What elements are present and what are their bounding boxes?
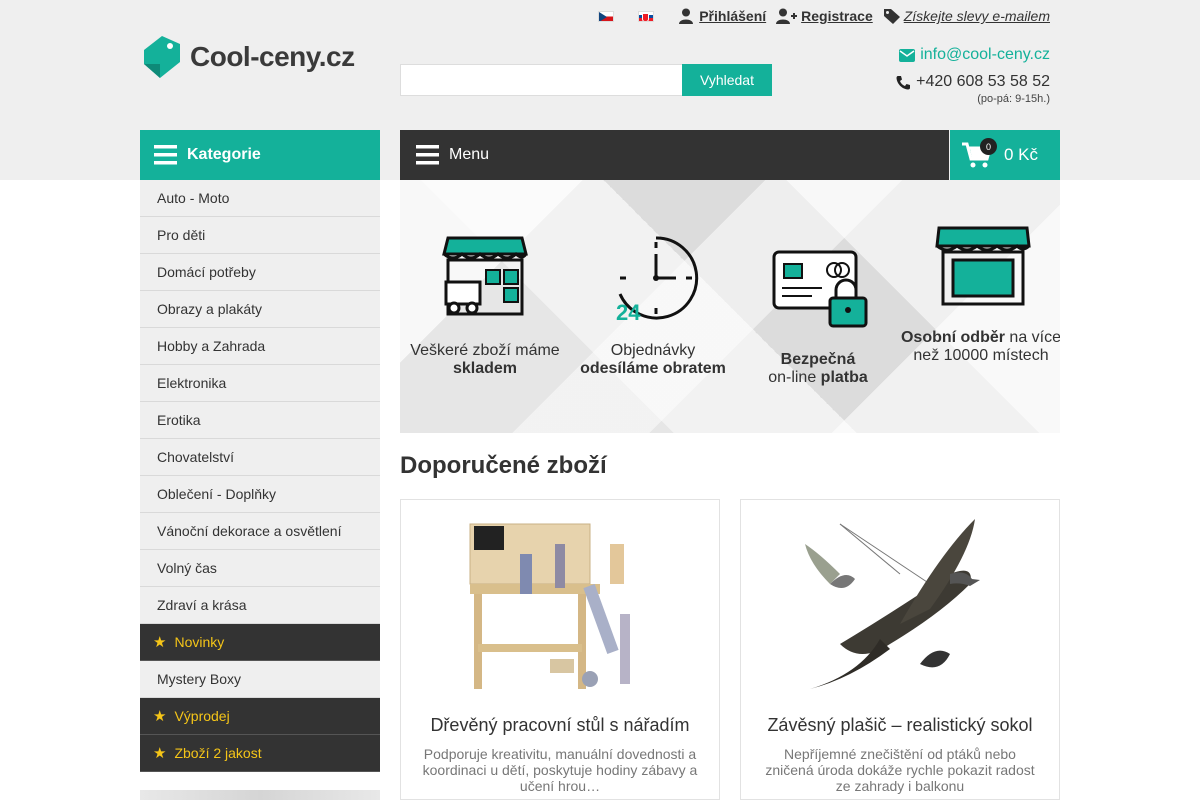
- logo[interactable]: Cool-ceny.cz: [140, 34, 355, 80]
- feature-pickup: Osobní odběr na více než 10000 místech: [896, 329, 1060, 365]
- hamburger-icon: [154, 145, 177, 165]
- category-item-domaci-potreby[interactable]: Domácí potřeby: [140, 254, 380, 291]
- categories-label: Kategorie: [187, 146, 261, 163]
- logo-text: Cool-ceny.cz: [190, 41, 355, 72]
- cart-button[interactable]: 0 0 Kč: [950, 130, 1060, 180]
- category-list: Auto - Moto Pro děti Domácí potřeby Obra…: [140, 180, 380, 772]
- category-item-chovatelstvi[interactable]: Chovatelství: [140, 439, 380, 476]
- opening-hours: (po-pá: 9-15h.): [977, 93, 1050, 105]
- register-link[interactable]: Registrace: [776, 8, 873, 24]
- category-item-obleceni[interactable]: Oblečení - Doplňky: [140, 476, 380, 513]
- product-image-workbench[interactable]: [460, 514, 660, 694]
- feature-fast-shipping: Objednávky odesíláme obratem: [568, 342, 738, 378]
- register-label: Registrace: [801, 8, 873, 24]
- phone-link[interactable]: +420 608 53 58 52: [896, 73, 1050, 91]
- categories-header[interactable]: Kategorie: [140, 130, 380, 180]
- discounts-link[interactable]: Získejte slevy e-mailem: [883, 8, 1050, 24]
- email-link[interactable]: info@cool-ceny.cz: [896, 46, 1050, 64]
- contact-info: info@cool-ceny.cz +420 608 53 58 52 (po-…: [896, 46, 1050, 105]
- user-icon: [679, 8, 694, 24]
- phone-icon: [896, 75, 911, 89]
- recommended-title: Doporučené zboží: [400, 452, 607, 479]
- top-links: Přihlášení Registrace Získejte slevy e-m…: [598, 8, 1050, 24]
- pickup-shop-icon: [935, 226, 1031, 306]
- product-description: Podporuje kreativitu, manuální dovednost…: [422, 746, 698, 794]
- product-card[interactable]: Dřevěný pracovní stůl s nářadím Podporuj…: [400, 499, 720, 800]
- category-item-pro-deti[interactable]: Pro děti: [140, 217, 380, 254]
- login-label: Přihlášení: [699, 8, 767, 24]
- search-button[interactable]: Vyhledat: [682, 64, 772, 96]
- price-tag-logo-icon: [144, 36, 180, 78]
- main-menu-toggle[interactable]: Menu: [400, 130, 949, 180]
- svg-text:24: 24: [616, 300, 641, 324]
- discounts-label: Získejte slevy e-mailem: [903, 8, 1050, 24]
- feature-text: Veškeré zboží máme: [410, 342, 560, 359]
- secure-card-icon: [772, 250, 868, 328]
- feature-text: Objednávky: [610, 342, 696, 359]
- product-description: Nepříjemné znečištění od ptáků nebo znič…: [765, 746, 1035, 794]
- cart-total: 0 Kč: [1004, 145, 1039, 164]
- user-plus-icon: [776, 8, 798, 24]
- product-title[interactable]: Závěsný plašič – realistický sokol: [741, 715, 1059, 736]
- phone-text: +420 608 53 58 52: [916, 73, 1050, 90]
- star-icon: ★: [153, 708, 167, 725]
- category-item-auto-moto[interactable]: Auto - Moto: [140, 180, 380, 217]
- cart-count-badge: 0: [980, 138, 997, 155]
- envelope-icon: [899, 48, 916, 62]
- category-item-obrazy[interactable]: Obrazy a plakáty: [140, 291, 380, 328]
- feature-text: on-line: [768, 369, 817, 386]
- feature-bold-text: Bezpečná: [780, 351, 856, 368]
- menu-label: Menu: [449, 146, 490, 163]
- features-banner: Veškeré zboží máme skladem 24 Objednávky…: [400, 180, 1060, 433]
- search-form: Vyhledat: [400, 64, 772, 96]
- category-item-novinky[interactable]: ★ Novinky: [140, 624, 380, 661]
- zbozi2-label: Zboží 2 jakost: [174, 745, 262, 761]
- feature-bold-text: platba: [820, 369, 868, 386]
- category-item-zdravi[interactable]: Zdraví a krása: [140, 587, 380, 624]
- category-item-erotika[interactable]: Erotika: [140, 402, 380, 439]
- feature-bold-text: odesíláme obratem: [580, 360, 726, 377]
- warehouse-truck-icon: [442, 236, 528, 316]
- search-input[interactable]: [400, 64, 682, 96]
- category-item-vyprodej[interactable]: ★ Výprodej: [140, 698, 380, 735]
- star-icon: ★: [153, 745, 167, 762]
- category-item-hobby[interactable]: Hobby a Zahrada: [140, 328, 380, 365]
- email-text: info@cool-ceny.cz: [920, 46, 1050, 63]
- vyprodej-label: Výprodej: [174, 708, 230, 724]
- feature-secure-payment: Bezpečná on-line platba: [733, 351, 903, 387]
- czech-flag-icon[interactable]: [598, 10, 615, 22]
- hamburger-icon: [416, 145, 439, 165]
- novinky-label: Novinky: [174, 634, 225, 650]
- feature-bold-text: Osobní odběr: [900, 329, 1005, 346]
- sidebar-banner-image[interactable]: [140, 790, 380, 800]
- feature-bold-text: skladem: [452, 360, 518, 377]
- product-card[interactable]: Závěsný plašič – realistický sokol Nepří…: [740, 499, 1060, 800]
- product-image-falcon[interactable]: [800, 514, 1000, 694]
- product-title[interactable]: Dřevěný pracovní stůl s nářadím: [401, 715, 719, 736]
- category-item-mystery[interactable]: Mystery Boxy: [140, 661, 380, 698]
- category-item-vanocni[interactable]: Vánoční dekorace a osvětlení: [140, 513, 380, 550]
- login-link[interactable]: Přihlášení: [678, 8, 766, 24]
- category-item-volny-cas[interactable]: Volný čas: [140, 550, 380, 587]
- tag-icon: [883, 9, 900, 24]
- category-item-elektronika[interactable]: Elektronika: [140, 365, 380, 402]
- feature-in-stock: Veškeré zboží máme skladem: [400, 342, 570, 378]
- category-item-zbozi-2-jakost[interactable]: ★ Zboží 2 jakost: [140, 735, 380, 772]
- slovak-flag-icon[interactable]: [638, 10, 655, 22]
- clock-24-icon: 24: [616, 236, 699, 324]
- cart-icon: 0: [962, 138, 997, 169]
- star-icon: ★: [153, 634, 167, 651]
